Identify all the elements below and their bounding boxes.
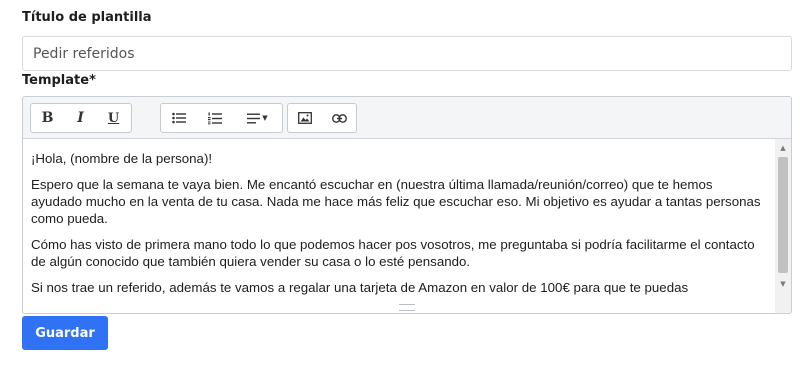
template-title-label: Título de plantilla — [22, 10, 152, 25]
align-dropdown[interactable]: ▼ — [233, 104, 282, 132]
editor-content[interactable]: ¡Hola, (nombre de la persona)! Espero qu… — [23, 139, 791, 313]
numbered-list-button[interactable] — [197, 104, 233, 132]
underline-button[interactable]: U — [97, 104, 130, 132]
align-icon — [247, 113, 261, 123]
link-icon — [331, 113, 347, 123]
numbered-list-icon — [208, 112, 222, 124]
italic-button[interactable]: I — [64, 104, 97, 132]
template-title-input[interactable] — [22, 36, 792, 71]
insert-image-button[interactable] — [288, 104, 322, 132]
format-button-group: B I U — [30, 103, 132, 133]
scroll-up-icon[interactable]: ▲ — [775, 141, 791, 155]
editor-paragraph: Espero que la semana te vaya bien. Me en… — [31, 177, 761, 226]
rich-text-editor: B I U ▼ ¡Hola, (nombre de la persona)! E… — [22, 96, 792, 314]
image-icon — [298, 112, 312, 124]
save-button[interactable]: Guardar — [22, 316, 108, 350]
list-button-group: ▼ — [160, 103, 283, 133]
editor-scrollbar[interactable]: ▲ ▼ — [775, 139, 791, 313]
insert-link-button[interactable] — [322, 104, 356, 132]
bulleted-list-icon — [172, 112, 186, 124]
editor-paragraph: ¡Hola, (nombre de la persona)! — [31, 151, 213, 166]
editor-paragraph: Cómo has visto de primera mano todo lo q… — [31, 237, 755, 269]
insert-button-group — [287, 103, 357, 133]
bold-button[interactable]: B — [31, 104, 64, 132]
editor-paragraph: Si nos trae un referido, además te vamos… — [31, 280, 689, 295]
chevron-down-icon: ▼ — [262, 114, 268, 122]
scrollbar-thumb[interactable] — [778, 157, 788, 273]
bulleted-list-button[interactable] — [161, 104, 197, 132]
scroll-down-icon[interactable]: ▼ — [775, 277, 791, 291]
resize-handle-icon[interactable] — [399, 304, 415, 311]
editor-toolbar: B I U ▼ — [23, 97, 791, 139]
template-body-label: Template* — [22, 73, 96, 88]
